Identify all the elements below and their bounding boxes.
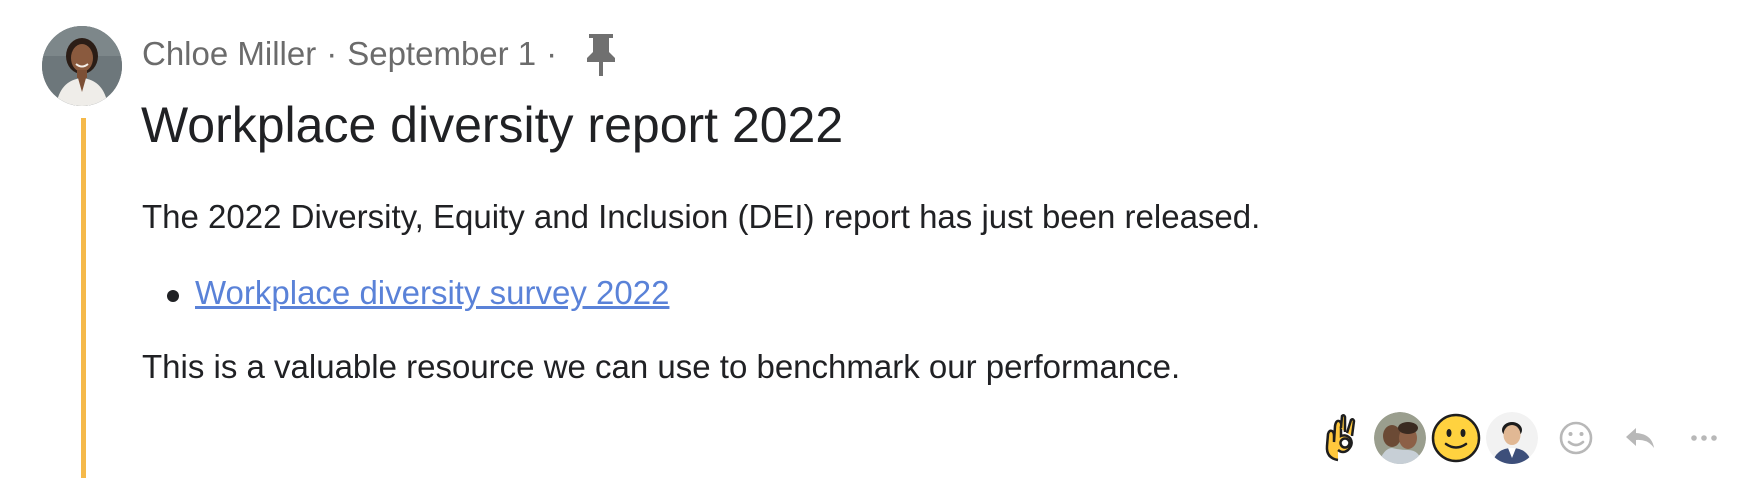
ok-hand-emoji[interactable] — [1318, 412, 1370, 464]
slightly-smiling-face-emoji[interactable] — [1430, 412, 1482, 464]
post-meta: Chloe Miller · September 1 · — [142, 30, 621, 78]
pin-icon[interactable] — [581, 30, 621, 78]
reactions-bar — [1318, 410, 1542, 466]
post-date: September 1 — [347, 35, 537, 72]
more-horizontal-icon[interactable] — [1676, 410, 1732, 466]
post-title: Workplace diversity report 2022 — [141, 97, 844, 153]
post-actions — [1548, 410, 1740, 466]
reaction-user-avatar[interactable] — [1486, 412, 1538, 464]
message-post: Chloe Miller · September 1 · Workplace d… — [0, 0, 1758, 483]
post-paragraph: The 2022 Diversity, Equity and Inclusion… — [142, 198, 1261, 235]
author-name[interactable]: Chloe Miller — [142, 35, 316, 73]
reaction-user-avatar[interactable] — [1374, 412, 1426, 464]
list-bullet — [167, 290, 179, 302]
post-paragraph: This is a valuable resource we can use t… — [142, 348, 1181, 385]
reply-icon[interactable] — [1612, 410, 1668, 466]
meta-separator: · — [546, 35, 558, 72]
meta-separator: · — [326, 35, 338, 72]
smiley-outline-icon[interactable] — [1548, 410, 1604, 466]
survey-link[interactable]: Workplace diversity survey 2022 — [195, 274, 669, 312]
author-avatar[interactable] — [42, 26, 122, 106]
thread-accent-line — [81, 118, 86, 478]
